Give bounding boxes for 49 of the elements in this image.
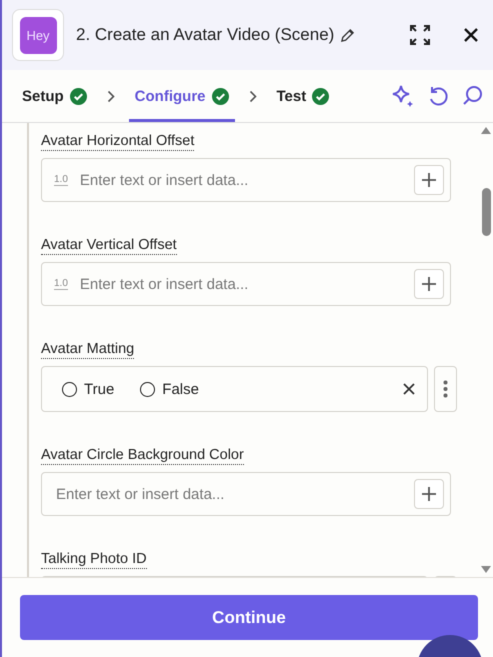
sparkle-icon[interactable] [391, 84, 415, 108]
scrollbar-thumb[interactable] [482, 188, 490, 236]
scroll-up-arrow-icon[interactable] [481, 127, 491, 134]
radio-label: False [162, 380, 199, 398]
radio-circle-icon[interactable] [62, 382, 77, 396]
search-icon[interactable] [461, 85, 483, 107]
radio-option[interactable]: False [140, 380, 199, 398]
close-icon [403, 383, 415, 395]
step-title: 2. Create an Avatar Video (Scene) [76, 25, 334, 45]
check-circle-icon [212, 88, 228, 104]
text-field[interactable]: 1.0 Enter text or insert data... [41, 262, 451, 306]
continue-button[interactable]: Continue [20, 595, 478, 640]
check-circle-icon [312, 88, 330, 104]
undo-icon[interactable] [427, 85, 449, 107]
text-input-field[interactable]: Enter text or insert data... [54, 484, 404, 504]
radio-label: True [84, 380, 114, 398]
expand-icon[interactable] [409, 24, 431, 46]
text-field[interactable]: 1.0 Enter text or insert data... [41, 158, 451, 202]
radio-circle-icon[interactable] [140, 382, 156, 396]
field-label: Talking Photo ID [41, 551, 147, 569]
field-label: Avatar Circle Background Color [41, 447, 244, 465]
number-type-label: 1.0 [54, 174, 68, 186]
text-input-field[interactable]: Enter text or insert data... [78, 274, 404, 294]
field-label: Avatar Vertical Offset [41, 237, 177, 255]
plus-icon [421, 486, 437, 502]
field-label: Avatar Matting [41, 341, 134, 359]
pencil-icon[interactable] [340, 28, 356, 42]
scroll-down-arrow-icon[interactable] [481, 566, 491, 573]
insert-data-button[interactable] [414, 479, 444, 509]
plus-icon [421, 276, 437, 292]
insert-data-button[interactable] [414, 269, 444, 299]
step-tab[interactable]: Test [270, 70, 336, 122]
radio-option[interactable]: True [62, 380, 114, 398]
text-field[interactable]: Enter text or insert data... [41, 472, 451, 516]
number-type-label: 1.0 [54, 278, 68, 290]
text-input-field[interactable]: Enter text or insert data... [78, 170, 404, 190]
plus-icon [421, 172, 437, 188]
chevron-right-icon [248, 90, 256, 102]
step-tab[interactable]: Configure [128, 70, 234, 122]
more-options-button[interactable] [434, 366, 457, 412]
close-icon[interactable] [463, 27, 479, 43]
chevron-right-icon [106, 90, 115, 102]
clear-button[interactable] [403, 383, 415, 395]
field-label: Avatar Horizontal Offset [41, 133, 194, 151]
step-tab[interactable]: Setup [16, 70, 93, 122]
app-logo: Hey [12, 9, 64, 61]
vertical-dots-icon [443, 380, 448, 398]
insert-data-button[interactable] [414, 165, 444, 195]
check-circle-icon [70, 88, 87, 104]
